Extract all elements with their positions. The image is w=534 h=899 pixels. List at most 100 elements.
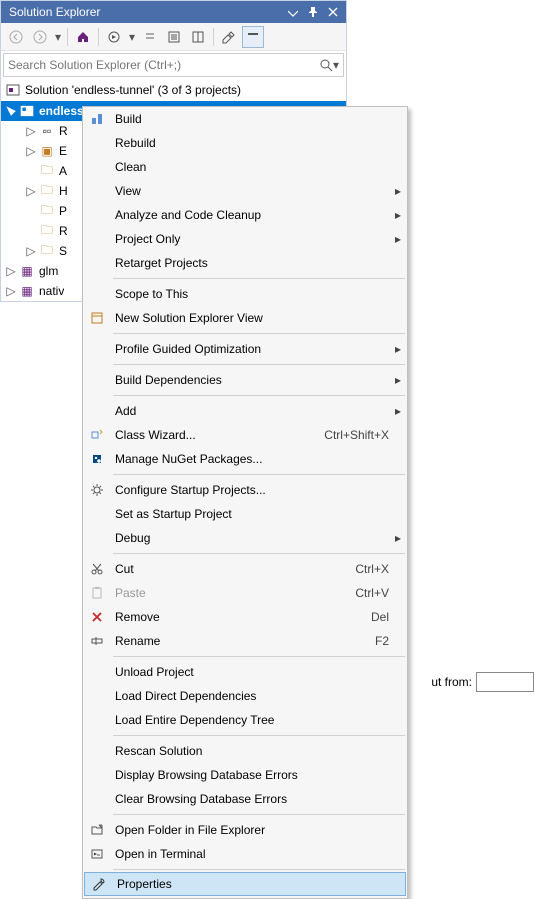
menu-cfg-startup[interactable]: Configure Startup Projects... [83, 478, 407, 502]
submenu-arrow-icon: ▸ [389, 531, 407, 545]
submenu-arrow-icon: ▸ [389, 404, 407, 418]
menu-new-view[interactable]: New Solution Explorer View [83, 306, 407, 330]
menu-separator [113, 553, 405, 554]
close-icon[interactable] [324, 3, 342, 21]
expand-icon[interactable]: ▷ [25, 185, 37, 197]
menu-pgo[interactable]: Profile Guided Optimization▸ [83, 337, 407, 361]
shortcut: Ctrl+V [355, 586, 407, 600]
toolbar: ▾ ▾ [1, 23, 346, 51]
back-button[interactable] [5, 26, 27, 48]
menu-cut[interactable]: CutCtrl+X [83, 557, 407, 581]
menu-rebuild[interactable]: Rebuild [83, 131, 407, 155]
pin-icon[interactable] [304, 3, 322, 21]
menu-debug[interactable]: Debug▸ [83, 526, 407, 550]
menu-add[interactable]: Add▸ [83, 399, 407, 423]
references-icon: ▫▫ [39, 123, 55, 139]
shortcut: Del [371, 610, 407, 624]
solution-icon [5, 82, 21, 98]
folder-icon: 🗀 [39, 183, 55, 199]
menu-analyze[interactable]: Analyze and Code Cleanup▸ [83, 203, 407, 227]
pending-changes-button[interactable] [139, 26, 161, 48]
menu-build[interactable]: Build [83, 107, 407, 131]
folder-icon: 🗀 [39, 163, 55, 179]
search-box[interactable]: ▾ [3, 53, 344, 77]
bg-label: ut from: [431, 675, 472, 689]
menu-retarget[interactable]: Retarget Projects [83, 251, 407, 275]
submenu-arrow-icon: ▸ [389, 373, 407, 387]
expand-icon[interactable]: ▷ [25, 145, 37, 157]
menu-nuget[interactable]: Manage NuGet Packages... [83, 447, 407, 471]
menu-load-direct[interactable]: Load Direct Dependencies [83, 684, 407, 708]
project-icon: ▦ [19, 263, 35, 279]
menu-build-deps[interactable]: Build Dependencies▸ [83, 368, 407, 392]
menu-separator [113, 474, 405, 475]
nav-dropdown[interactable]: ▾ [53, 30, 63, 44]
shortcut: F2 [375, 634, 407, 648]
remove-icon [83, 610, 111, 624]
menu-open-folder[interactable]: Open Folder in File Explorer [83, 818, 407, 842]
rename-icon [83, 634, 111, 648]
refresh-button[interactable] [187, 26, 209, 48]
bg-input[interactable] [476, 672, 534, 692]
forward-button[interactable] [29, 26, 51, 48]
folder-icon: 🗀 [39, 223, 55, 239]
shortcut: Ctrl+Shift+X [324, 428, 407, 442]
menu-class-wizard[interactable]: Class Wizard...Ctrl+Shift+X [83, 423, 407, 447]
preview-button[interactable] [242, 26, 264, 48]
nuget-icon [83, 452, 111, 466]
menu-set-startup[interactable]: Set as Startup Project [83, 502, 407, 526]
properties-button[interactable] [218, 26, 240, 48]
menu-clean[interactable]: Clean [83, 155, 407, 179]
expand-icon[interactable]: ▷ [25, 125, 37, 137]
menu-separator [113, 395, 405, 396]
switch-views-dropdown[interactable]: ▾ [127, 30, 137, 44]
menu-view[interactable]: View▸ [83, 179, 407, 203]
menu-rescan[interactable]: Rescan Solution [83, 739, 407, 763]
menu-rename[interactable]: RenameF2 [83, 629, 407, 653]
menu-separator [113, 814, 405, 815]
search-input[interactable] [8, 58, 319, 72]
switch-views-button[interactable] [103, 26, 125, 48]
new-view-icon [83, 311, 111, 325]
menu-separator [113, 278, 405, 279]
expand-icon[interactable]: ▷ [5, 285, 17, 297]
folder-icon: 🗀 [39, 243, 55, 259]
menu-separator [113, 735, 405, 736]
folder-icon: 🗀 [39, 203, 55, 219]
menu-properties[interactable]: Properties [84, 872, 406, 896]
terminal-icon [83, 847, 111, 861]
expand-icon[interactable]: ▷ [5, 265, 17, 277]
background-fragment: ut from: [431, 672, 534, 692]
menu-load-tree[interactable]: Load Entire Dependency Tree [83, 708, 407, 732]
shortcut: Ctrl+X [355, 562, 407, 576]
home-button[interactable] [72, 26, 94, 48]
menu-remove[interactable]: RemoveDel [83, 605, 407, 629]
window-menu-icon[interactable] [284, 3, 302, 21]
refs-icon: ▣ [39, 143, 55, 159]
build-icon [83, 112, 111, 126]
menu-separator [113, 364, 405, 365]
paste-icon [83, 586, 111, 600]
solution-label: Solution 'endless-tunnel' (3 of 3 projec… [25, 83, 241, 97]
menu-scope[interactable]: Scope to This [83, 282, 407, 306]
menu-unload[interactable]: Unload Project [83, 660, 407, 684]
menu-paste: PasteCtrl+V [83, 581, 407, 605]
expand-icon[interactable] [5, 105, 17, 117]
cut-icon [83, 562, 111, 576]
sync-active-button[interactable] [163, 26, 185, 48]
context-menu: Build Rebuild Clean View▸ Analyze and Co… [82, 106, 408, 899]
submenu-arrow-icon: ▸ [389, 232, 407, 246]
properties-icon [85, 877, 113, 891]
submenu-arrow-icon: ▸ [389, 342, 407, 356]
class-wizard-icon [83, 428, 111, 442]
menu-project-only[interactable]: Project Only▸ [83, 227, 407, 251]
project-icon: ▦ [19, 283, 35, 299]
menu-clear-errors[interactable]: Clear Browsing Database Errors [83, 787, 407, 811]
expand-icon[interactable]: ▷ [25, 245, 37, 257]
solution-root[interactable]: Solution 'endless-tunnel' (3 of 3 projec… [1, 79, 346, 101]
menu-display-errors[interactable]: Display Browsing Database Errors [83, 763, 407, 787]
menu-separator [113, 656, 405, 657]
menu-open-terminal[interactable]: Open in Terminal [83, 842, 407, 866]
panel-title: Solution Explorer [9, 5, 284, 19]
search-icon[interactable]: ▾ [319, 58, 339, 72]
